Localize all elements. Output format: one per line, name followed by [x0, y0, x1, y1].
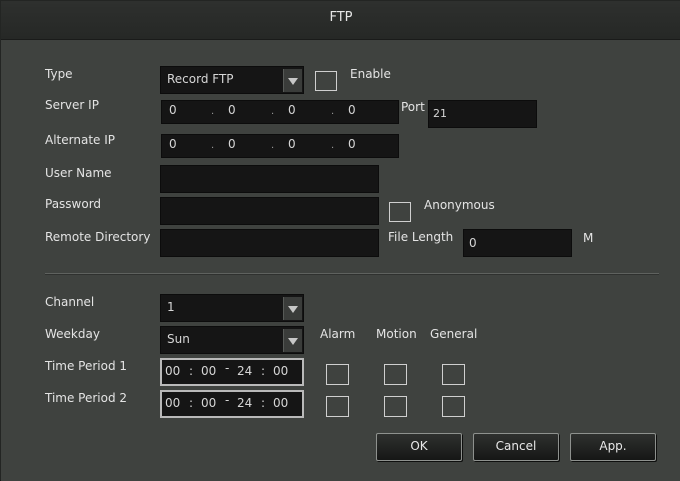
user-name-label: User Name: [45, 166, 112, 180]
time-colon: :: [189, 396, 194, 410]
enable-label: Enable: [350, 67, 391, 81]
remote-directory-label: Remote Directory: [45, 230, 151, 244]
user-name-input[interactable]: [160, 165, 379, 193]
time-colon: :: [189, 364, 194, 378]
type-select[interactable]: Record FTP: [160, 66, 304, 94]
file-length-label: File Length: [388, 230, 454, 244]
dialog-title: FTP: [329, 10, 353, 25]
password-input[interactable]: [160, 197, 379, 225]
ftp-dialog: FTP Type Record FTP Enable Server IP 0 .…: [0, 0, 680, 481]
ip-dot: .: [271, 140, 275, 151]
alternate-ip-octet-4[interactable]: 0: [348, 137, 356, 151]
time-period-2-input[interactable]: 00 : 00 - 24 : 00: [160, 390, 304, 418]
dialog-content: Type Record FTP Enable Server IP 0 . 0 .…: [1, 40, 680, 481]
time-period-2-alarm-checkbox[interactable]: [326, 396, 349, 417]
end-minute[interactable]: 00: [273, 364, 288, 378]
alternate-ip-octet-3[interactable]: 0: [288, 137, 296, 151]
server-ip-octet-2[interactable]: 0: [228, 103, 236, 117]
time-period-2-motion-checkbox[interactable]: [384, 396, 407, 417]
server-ip-label: Server IP: [45, 98, 99, 112]
port-input[interactable]: 21: [428, 100, 537, 128]
server-ip-input[interactable]: 0 . 0 . 0 . 0: [161, 100, 399, 124]
start-hour[interactable]: 00: [165, 396, 180, 410]
server-ip-octet-1[interactable]: 0: [169, 103, 177, 117]
type-label: Type: [45, 67, 73, 81]
weekday-select[interactable]: Sun: [160, 326, 304, 354]
start-minute[interactable]: 00: [201, 396, 216, 410]
chevron-down-icon[interactable]: [283, 329, 302, 352]
ip-dot: .: [271, 106, 275, 117]
end-hour[interactable]: 24: [237, 396, 252, 410]
anonymous-label: Anonymous: [424, 198, 495, 212]
channel-select-value: 1: [167, 300, 175, 314]
alternate-ip-input[interactable]: 0 . 0 . 0 . 0: [161, 134, 399, 158]
anonymous-checkbox[interactable]: [389, 202, 411, 222]
ip-dot: .: [331, 140, 335, 151]
chevron-down-icon[interactable]: [283, 69, 302, 92]
time-dash: -: [225, 393, 230, 407]
time-dash: -: [225, 361, 230, 375]
server-ip-octet-4[interactable]: 0: [348, 103, 356, 117]
channel-label: Channel: [45, 295, 95, 309]
start-minute[interactable]: 00: [201, 364, 216, 378]
end-minute[interactable]: 00: [273, 396, 288, 410]
type-select-value: Record FTP: [167, 72, 234, 86]
password-label: Password: [45, 197, 102, 211]
alternate-ip-octet-1[interactable]: 0: [169, 137, 177, 151]
motion-column-header: Motion: [376, 327, 417, 341]
alarm-column-header: Alarm: [320, 327, 356, 341]
general-column-header: General: [430, 327, 478, 341]
file-length-unit: M: [583, 231, 594, 245]
time-period-2-general-checkbox[interactable]: [442, 396, 465, 417]
title-bar: FTP: [1, 1, 680, 40]
start-hour[interactable]: 00: [165, 364, 180, 378]
time-period-2-label: Time Period 2: [45, 391, 128, 405]
section-divider: [45, 273, 659, 275]
time-period-1-alarm-checkbox[interactable]: [326, 364, 349, 385]
cancel-button[interactable]: Cancel: [473, 433, 559, 461]
apply-button[interactable]: App.: [570, 433, 656, 461]
channel-select[interactable]: 1: [160, 294, 304, 322]
ok-button[interactable]: OK: [376, 433, 462, 461]
server-ip-octet-3[interactable]: 0: [288, 103, 296, 117]
time-period-1-input[interactable]: 00 : 00 - 24 : 00: [160, 358, 304, 386]
time-colon: :: [261, 396, 266, 410]
ip-dot: .: [331, 106, 335, 117]
alternate-ip-label: Alternate IP: [45, 133, 115, 147]
ip-dot: .: [211, 106, 215, 117]
remote-directory-input[interactable]: [160, 229, 379, 257]
chevron-down-icon[interactable]: [283, 297, 302, 320]
alternate-ip-octet-2[interactable]: 0: [228, 137, 236, 151]
end-hour[interactable]: 24: [237, 364, 252, 378]
time-period-1-motion-checkbox[interactable]: [384, 364, 407, 385]
file-length-input[interactable]: 0: [463, 229, 572, 257]
enable-checkbox[interactable]: [315, 71, 337, 91]
weekday-select-value: Sun: [167, 332, 190, 346]
time-period-1-label: Time Period 1: [45, 359, 128, 373]
time-colon: :: [261, 364, 266, 378]
time-period-1-general-checkbox[interactable]: [442, 364, 465, 385]
port-label: Port: [401, 100, 425, 114]
ip-dot: .: [211, 140, 215, 151]
weekday-label: Weekday: [45, 327, 100, 341]
